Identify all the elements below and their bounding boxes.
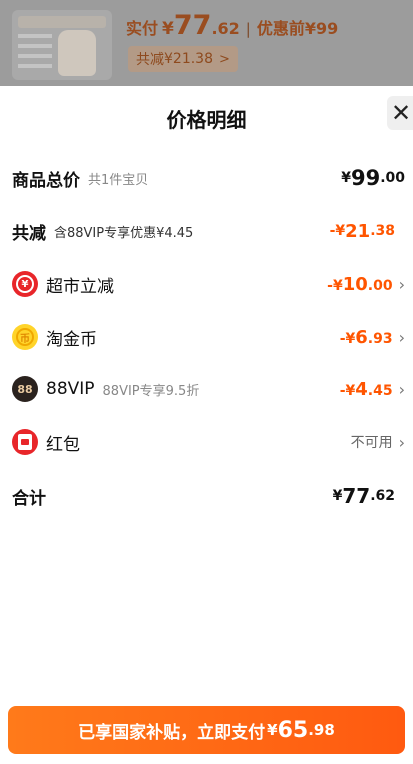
supermarket-dec: .00 xyxy=(367,277,393,294)
before-label: 优惠前 xyxy=(256,19,305,38)
vip-note: 88VIP专享9.5折 xyxy=(102,383,200,399)
row-88vip[interactable]: 88 88VIP 88VIP专享9.5折 -¥ 4 .45 › xyxy=(0,369,413,409)
pay-button-currency: ¥ xyxy=(267,721,278,739)
sum-currency: ¥ xyxy=(332,488,343,504)
vip-int: 4 xyxy=(355,378,368,400)
close-button[interactable]: ✕ xyxy=(387,96,413,130)
close-icon: ✕ xyxy=(390,99,412,127)
total-goods-int: 99 xyxy=(350,166,381,190)
sum-label: 合计 xyxy=(12,488,46,509)
vip-badge-icon: 88 xyxy=(12,376,38,402)
total-discount-int: 21 xyxy=(345,220,371,242)
chevron-right-icon: › xyxy=(398,327,405,347)
taojinbi-label: 淘金币 xyxy=(46,329,97,350)
discount-value: ¥21.38 xyxy=(164,51,213,67)
total-goods-count: 共1件宝贝 xyxy=(88,172,149,188)
total-discount-note: 含88VIP专享优惠¥4.45 xyxy=(54,225,194,241)
sum-dec: .62 xyxy=(370,488,395,504)
paid-currency: ¥ xyxy=(162,19,174,39)
chevron-right-icon: › xyxy=(398,432,405,452)
taojinbi-int: 6 xyxy=(355,326,368,348)
pay-button-int: 65 xyxy=(277,717,309,743)
header-discount-badge: 共减 ¥21.38 > xyxy=(128,46,238,72)
paid-label: 实付 xyxy=(126,19,159,38)
pay-button-dec: .98 xyxy=(308,721,335,739)
gold-coin-icon: 币 xyxy=(12,324,38,350)
total-discount-dec: .38 xyxy=(370,223,395,239)
header-price: 实付 ¥ 77 .62 | 优惠前 ¥99 xyxy=(126,10,338,41)
supermarket-label: 超市立减 xyxy=(46,276,114,297)
total-goods-label: 商品总价 xyxy=(12,170,80,191)
sum-int: 77 xyxy=(342,484,371,508)
sheet-title: 价格明细 xyxy=(166,108,247,132)
pay-button-label: 已享国家补贴，立即支付 xyxy=(78,722,266,743)
discount-label: 共减 xyxy=(136,52,164,68)
paid-dec: .62 xyxy=(211,19,240,38)
paid-int: 77 xyxy=(173,10,212,41)
row-taojinbi[interactable]: 币 淘金币 -¥ 6 .93 › xyxy=(0,317,413,357)
before-price: ¥99 xyxy=(304,19,339,38)
chevron-right-icon: > xyxy=(219,51,230,67)
hongbao-label: 红包 xyxy=(46,434,80,455)
row-hongbao[interactable]: 红包 不可用 › xyxy=(0,422,413,462)
taojinbi-currency: -¥ xyxy=(339,330,356,347)
chevron-right-icon: › xyxy=(398,274,405,294)
total-discount-currency: -¥ xyxy=(329,223,346,239)
row-sum: 合计 ¥ 77 .62 xyxy=(0,476,413,516)
hongbao-status: 不可用 xyxy=(350,435,393,451)
taojinbi-dec: .93 xyxy=(367,330,393,347)
vip-dec: .45 xyxy=(367,382,393,399)
pay-now-button[interactable]: 已享国家补贴，立即支付 ¥ 65 .98 xyxy=(8,706,405,754)
price-separator: | xyxy=(245,20,251,38)
supermarket-currency: -¥ xyxy=(327,277,343,294)
chevron-right-icon: › xyxy=(398,379,405,399)
price-detail-sheet: 价格明细 ✕ 商品总价 共1件宝贝 ¥ 99 .00 共减 含88VIP专享优惠… xyxy=(0,86,413,764)
vip-currency: -¥ xyxy=(339,382,356,399)
product-thumbnail xyxy=(12,10,112,80)
row-total-goods: 商品总价 共1件宝贝 ¥ 99 .00 xyxy=(0,158,413,198)
vip-label: 88VIP xyxy=(46,379,95,399)
total-goods-currency: ¥ xyxy=(341,170,351,186)
total-goods-dec: .00 xyxy=(380,170,405,186)
supermarket-int: 10 xyxy=(342,273,368,295)
yen-coin-icon: ¥ xyxy=(12,271,38,297)
total-discount-label: 共减 xyxy=(12,223,46,244)
red-envelope-icon xyxy=(12,429,38,455)
row-supermarket-discount[interactable]: ¥ 超市立减 -¥ 10 .00 › xyxy=(0,264,413,304)
background-product-header: 实付 ¥ 77 .62 | 优惠前 ¥99 共减 ¥21.38 > xyxy=(0,0,413,86)
row-total-discount: 共减 含88VIP专享优惠¥4.45 -¥ 21 .38 xyxy=(0,211,413,251)
